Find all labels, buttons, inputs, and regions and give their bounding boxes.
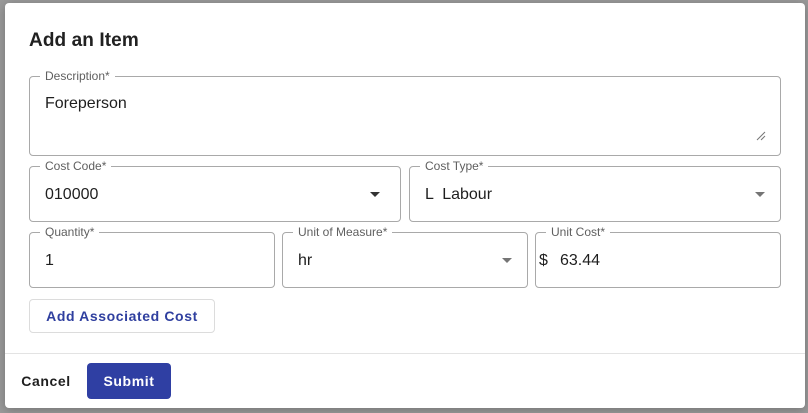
add-item-dialog: Add an Item Description* Foreperson Cost… bbox=[5, 3, 805, 408]
cost-code-select[interactable]: Cost Code* 010000 bbox=[29, 159, 401, 222]
cost-type-value: L Labour bbox=[425, 186, 493, 203]
dialog-title: Add an Item bbox=[29, 30, 139, 51]
unit-cost-value: 63.44 bbox=[560, 252, 601, 269]
add-associated-cost-button[interactable]: Add Associated Cost bbox=[29, 299, 215, 333]
unit-cost-field[interactable]: Unit Cost* $ 63.44 bbox=[535, 225, 781, 288]
unit-cost-label: Unit Cost* bbox=[546, 225, 611, 239]
chevron-down-icon[interactable] bbox=[370, 192, 380, 197]
chevron-down-icon[interactable] bbox=[755, 192, 765, 197]
description-value: Foreperson bbox=[45, 95, 127, 112]
cost-code-value: 010000 bbox=[45, 186, 99, 203]
submit-button[interactable]: Submit bbox=[87, 363, 171, 399]
chevron-down-icon[interactable] bbox=[502, 258, 512, 263]
description-label: Description* bbox=[40, 69, 115, 83]
quantity-field[interactable]: Quantity* 1 bbox=[29, 225, 275, 288]
unit-of-measure-value: hr bbox=[298, 252, 313, 269]
unit-of-measure-select[interactable]: Unit of Measure* hr bbox=[282, 225, 528, 288]
description-field[interactable]: Description* Foreperson bbox=[29, 69, 781, 156]
cancel-button[interactable]: Cancel bbox=[15, 370, 77, 392]
unit-of-measure-label: Unit of Measure* bbox=[293, 225, 393, 239]
resize-handle-icon[interactable] bbox=[756, 131, 766, 141]
cost-code-label: Cost Code* bbox=[40, 159, 112, 173]
cost-type-label: Cost Type* bbox=[420, 159, 489, 173]
footer-divider bbox=[5, 353, 805, 354]
quantity-value: 1 bbox=[45, 252, 54, 269]
cost-type-select[interactable]: Cost Type* L Labour bbox=[409, 159, 781, 222]
currency-prefix: $ bbox=[539, 252, 548, 269]
quantity-label: Quantity* bbox=[40, 225, 100, 239]
